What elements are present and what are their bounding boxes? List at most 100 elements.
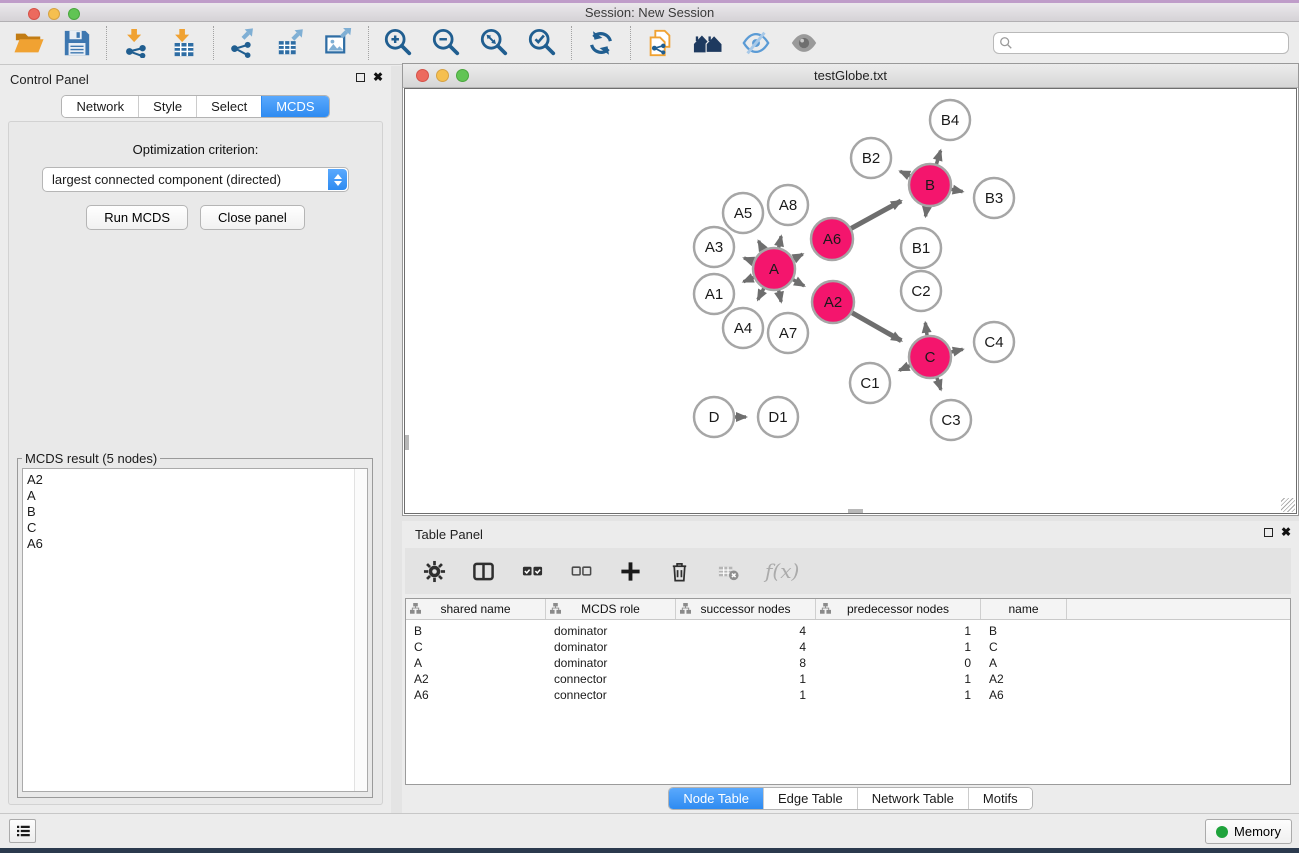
table-cell[interactable]: A	[981, 655, 1067, 671]
network-node-A7[interactable]: A7	[768, 313, 808, 353]
select-all-checkboxes-icon[interactable]	[520, 558, 546, 584]
table-cell[interactable]: 1	[676, 687, 816, 703]
show-selected-icon[interactable]	[788, 27, 820, 59]
tab-network[interactable]: Network	[62, 96, 138, 117]
network-node-B4[interactable]: B4	[930, 100, 970, 140]
network-edge-A6-B[interactable]	[850, 201, 901, 229]
search-box[interactable]	[993, 32, 1289, 54]
table-cell[interactable]: C	[981, 639, 1067, 655]
network-edge-B-B3[interactable]	[951, 189, 963, 191]
network-node-A8[interactable]: A8	[768, 185, 808, 225]
network-node-A3[interactable]: A3	[694, 227, 734, 267]
network-edge-A-A8[interactable]	[778, 236, 781, 248]
close-panel-button[interactable]: Close panel	[200, 205, 305, 230]
list-scrollbar[interactable]	[354, 469, 367, 791]
network-edge-A-A3[interactable]	[744, 258, 754, 262]
resize-grip-icon[interactable]	[1281, 498, 1295, 512]
close-panel-icon[interactable]: ✖	[373, 72, 383, 82]
table-cell[interactable]: dominator	[546, 655, 676, 671]
network-node-B3[interactable]: B3	[974, 178, 1014, 218]
table-cell[interactable]: A2	[981, 671, 1067, 687]
add-row-icon[interactable]	[618, 558, 644, 584]
network-node-C4[interactable]: C4	[974, 322, 1014, 362]
table-row[interactable]: A6connector11A6	[406, 687, 1290, 703]
table-cell[interactable]: 1	[816, 687, 981, 703]
delete-columns-icon[interactable]	[716, 558, 742, 584]
network-edge-C-C4[interactable]	[950, 349, 962, 352]
home-icon[interactable]	[692, 27, 724, 59]
float-table-panel-icon[interactable]	[1264, 528, 1273, 537]
zoom-in-icon[interactable]	[382, 27, 414, 59]
network-node-B1[interactable]: B1	[901, 228, 941, 268]
network-graph[interactable]: B4B2BB3A5A8A6A3AB1A1A2C2A4A7C4CC1DD1C3	[405, 89, 1297, 514]
search-input[interactable]	[1013, 34, 1288, 52]
tab-node-table[interactable]: Node Table	[669, 788, 763, 809]
tab-network-table[interactable]: Network Table	[857, 788, 968, 809]
table-row[interactable]: A2connector11A2	[406, 671, 1290, 687]
table-cell[interactable]: A6	[981, 687, 1067, 703]
network-node-A[interactable]: A	[753, 248, 795, 290]
table-cell[interactable]: 4	[676, 623, 816, 639]
export-image-icon[interactable]	[323, 27, 355, 59]
mcds-result-item[interactable]: A	[27, 488, 367, 504]
close-table-panel-icon[interactable]: ✖	[1281, 527, 1291, 537]
zoom-fit-icon[interactable]	[478, 27, 510, 59]
table-row[interactable]: Adominator80A	[406, 655, 1290, 671]
table-cell[interactable]: dominator	[546, 639, 676, 655]
table-options-icon[interactable]	[422, 558, 448, 584]
table-cell[interactable]: 0	[816, 655, 981, 671]
network-canvas[interactable]: B4B2BB3A5A8A6A3AB1A1A2C2A4A7C4CC1DD1C3	[404, 88, 1297, 514]
table-cell[interactable]: connector	[546, 671, 676, 687]
mcds-result-list[interactable]: A2ABCA6	[22, 468, 368, 792]
network-edge-C-C1[interactable]	[899, 365, 910, 370]
network-edge-A-A4[interactable]	[758, 288, 764, 300]
tab-mcds[interactable]: MCDS	[261, 96, 328, 117]
network-node-A1[interactable]: A1	[694, 274, 734, 314]
table-cell[interactable]: connector	[546, 687, 676, 703]
table-cell[interactable]: 4	[676, 639, 816, 655]
network-node-C3[interactable]: C3	[931, 400, 971, 440]
network-edge-A2-C[interactable]	[851, 312, 901, 340]
refresh-view-icon[interactable]	[585, 27, 617, 59]
network-edge-A-A5[interactable]	[758, 241, 763, 251]
memory-button[interactable]: Memory	[1205, 819, 1292, 844]
delete-rows-icon[interactable]	[667, 558, 693, 584]
zoom-out-icon[interactable]	[430, 27, 462, 59]
zoom-selected-icon[interactable]	[526, 27, 558, 59]
tab-select[interactable]: Select	[196, 96, 261, 117]
network-node-A5[interactable]: A5	[723, 193, 763, 233]
mcds-result-item[interactable]: A2	[27, 472, 367, 488]
tab-edge-table[interactable]: Edge Table	[763, 788, 857, 809]
network-node-D1[interactable]: D1	[758, 397, 798, 437]
apply-function-icon[interactable]: f(x)	[765, 559, 799, 583]
network-node-B[interactable]: B	[909, 164, 951, 206]
show-columns-icon[interactable]	[471, 558, 497, 584]
open-session-button[interactable]	[13, 27, 45, 59]
optimization-criterion-select[interactable]: largest connected component (directed)	[42, 167, 349, 192]
network-node-C2[interactable]: C2	[901, 271, 941, 311]
column-header-predecessor-nodes[interactable]: predecessor nodes	[816, 599, 981, 619]
table-cell[interactable]: 1	[816, 671, 981, 687]
network-edge-C-C3[interactable]	[937, 377, 941, 390]
tab-style[interactable]: Style	[138, 96, 196, 117]
network-node-B2[interactable]: B2	[851, 138, 891, 178]
table-cell[interactable]: dominator	[546, 623, 676, 639]
network-from-clipboard-icon[interactable]	[644, 27, 676, 59]
network-window-titlebar[interactable]: testGlobe.txt	[403, 64, 1298, 88]
table-cell[interactable]: B	[406, 623, 546, 639]
table-cell[interactable]: B	[981, 623, 1067, 639]
table-cell[interactable]: 8	[676, 655, 816, 671]
network-edge-A-A6[interactable]	[793, 254, 803, 259]
network-edge-A-A7[interactable]	[778, 290, 781, 302]
network-node-A4[interactable]: A4	[723, 308, 763, 348]
network-edge-B-B1[interactable]	[926, 206, 928, 217]
network-node-A2[interactable]: A2	[812, 281, 854, 323]
network-edge-B-B2[interactable]	[900, 171, 911, 176]
network-node-C[interactable]: C	[909, 336, 951, 378]
column-header-shared-name[interactable]: shared name	[406, 599, 546, 619]
task-history-button[interactable]	[9, 819, 36, 843]
save-session-button[interactable]	[61, 27, 93, 59]
run-mcds-button[interactable]: Run MCDS	[86, 205, 188, 230]
column-header-mcds-role[interactable]: MCDS role	[546, 599, 676, 619]
network-horizontal-scroll-thumb[interactable]	[848, 509, 863, 513]
